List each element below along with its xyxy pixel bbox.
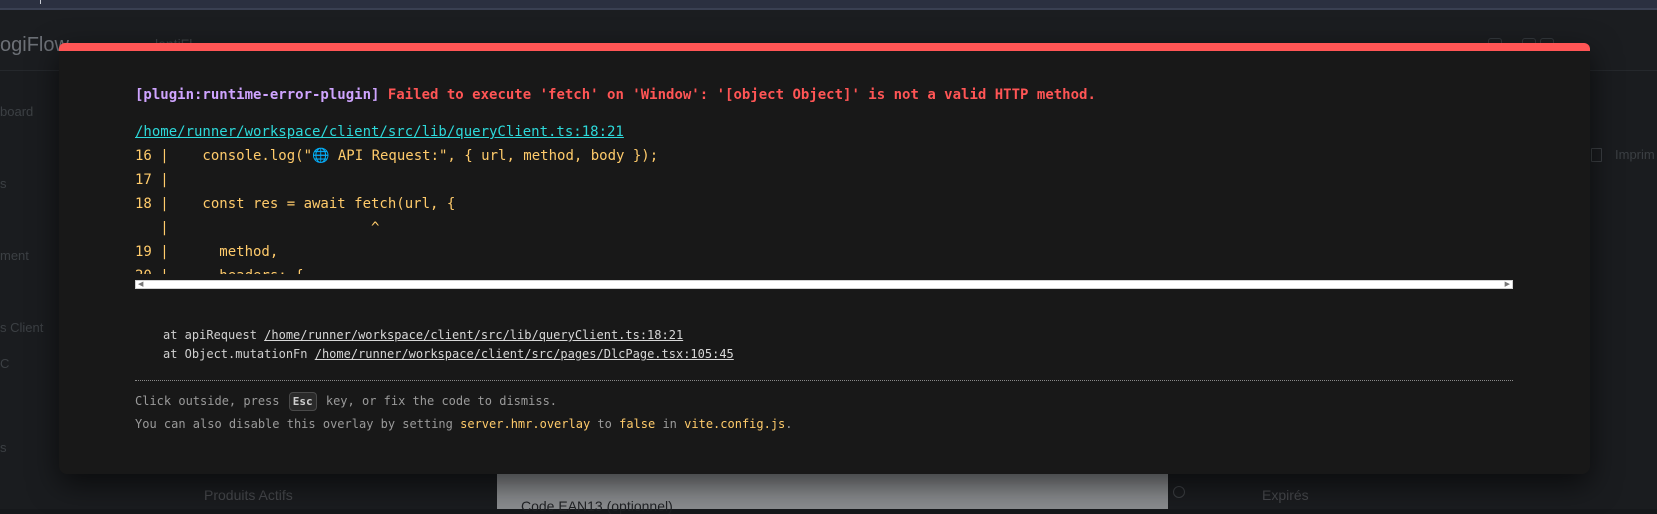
code-line: 17 | <box>135 172 169 188</box>
help-icon <box>1173 486 1185 498</box>
error-text: Failed to execute 'fetch' on 'Window': '… <box>387 87 1096 103</box>
tip-text: in <box>662 417 677 431</box>
code-frame-scrollbar[interactable]: ◀ ▶ <box>135 280 1513 289</box>
overlay-divider <box>135 380 1513 381</box>
tip-text: You can also disable this overlay by set… <box>135 417 453 431</box>
document-icon <box>1591 148 1602 162</box>
error-file-link[interactable]: /home/runner/workspace/client/src/lib/qu… <box>135 124 624 140</box>
config-file: vite.config.js <box>684 417 786 431</box>
error-overlay: [plugin:runtime-error-plugin] Failed to … <box>59 43 1590 474</box>
stack-frame-prefix: at Object.mutationFn <box>163 347 308 361</box>
sidebar-item-dashboard[interactable]: board <box>0 104 33 119</box>
sidebar-item[interactable]: C <box>0 356 9 371</box>
tip-text: . <box>785 417 793 431</box>
sidebar-item[interactable]: s <box>0 440 7 455</box>
code-line: 19 | method, <box>135 244 279 260</box>
stack-frame: at Object.mutationFn /home/runner/worksp… <box>163 345 734 364</box>
text-caret <box>40 0 41 4</box>
code-line: | ^ <box>135 220 380 236</box>
scroll-left-arrow-icon[interactable]: ◀ <box>138 281 143 288</box>
config-key: server.hmr.overlay <box>460 417 591 431</box>
tip-text: to <box>597 417 612 431</box>
false-value: false <box>619 417 656 431</box>
plugin-name: [plugin:runtime-error-plugin] <box>135 87 380 103</box>
tip-line-2: You can also disable this overlay by set… <box>135 413 793 436</box>
tip-text: key, or fix the code to dismiss. <box>325 394 558 408</box>
esc-key: Esc <box>288 392 317 411</box>
ean13-field-label: Code EAN13 (optionnel) <box>521 498 673 514</box>
stack-frame-link[interactable]: /home/runner/workspace/client/src/pages/… <box>315 347 734 361</box>
code-line: 20 | headers: { <box>135 264 1513 274</box>
sidebar-item[interactable]: ment <box>0 248 29 263</box>
stack-trace: at apiRequest /home/runner/workspace/cli… <box>163 326 734 364</box>
stack-frame-prefix: at apiRequest <box>163 328 257 342</box>
expired-label: Expirés <box>1262 487 1309 503</box>
code-frame: 16 | console.log("🌐 API Request:", { url… <box>135 144 1513 274</box>
tip-line-1: Click outside, press Esc key, or fix the… <box>135 390 793 413</box>
active-products-label: Produits Actifs <box>204 487 293 503</box>
tip-text: Click outside, press <box>135 394 280 408</box>
scroll-right-arrow-icon[interactable]: ▶ <box>1505 281 1510 288</box>
stack-frame-link[interactable]: /home/runner/workspace/client/src/lib/qu… <box>264 328 683 342</box>
code-line: 16 | console.log("🌐 API Request:", { url… <box>135 148 659 164</box>
dismiss-tip: Click outside, press Esc key, or fix the… <box>135 390 793 436</box>
browser-top-strip <box>0 0 1657 10</box>
sidebar-item-clients[interactable]: s Client <box>0 320 43 335</box>
print-button[interactable]: Imprim <box>1615 147 1655 162</box>
error-message: [plugin:runtime-error-plugin] Failed to … <box>135 87 1096 103</box>
code-line: 18 | const res = await fetch(url, { <box>135 196 456 212</box>
sidebar-item[interactable]: s <box>0 176 7 191</box>
stack-frame: at apiRequest /home/runner/workspace/cli… <box>163 326 734 345</box>
